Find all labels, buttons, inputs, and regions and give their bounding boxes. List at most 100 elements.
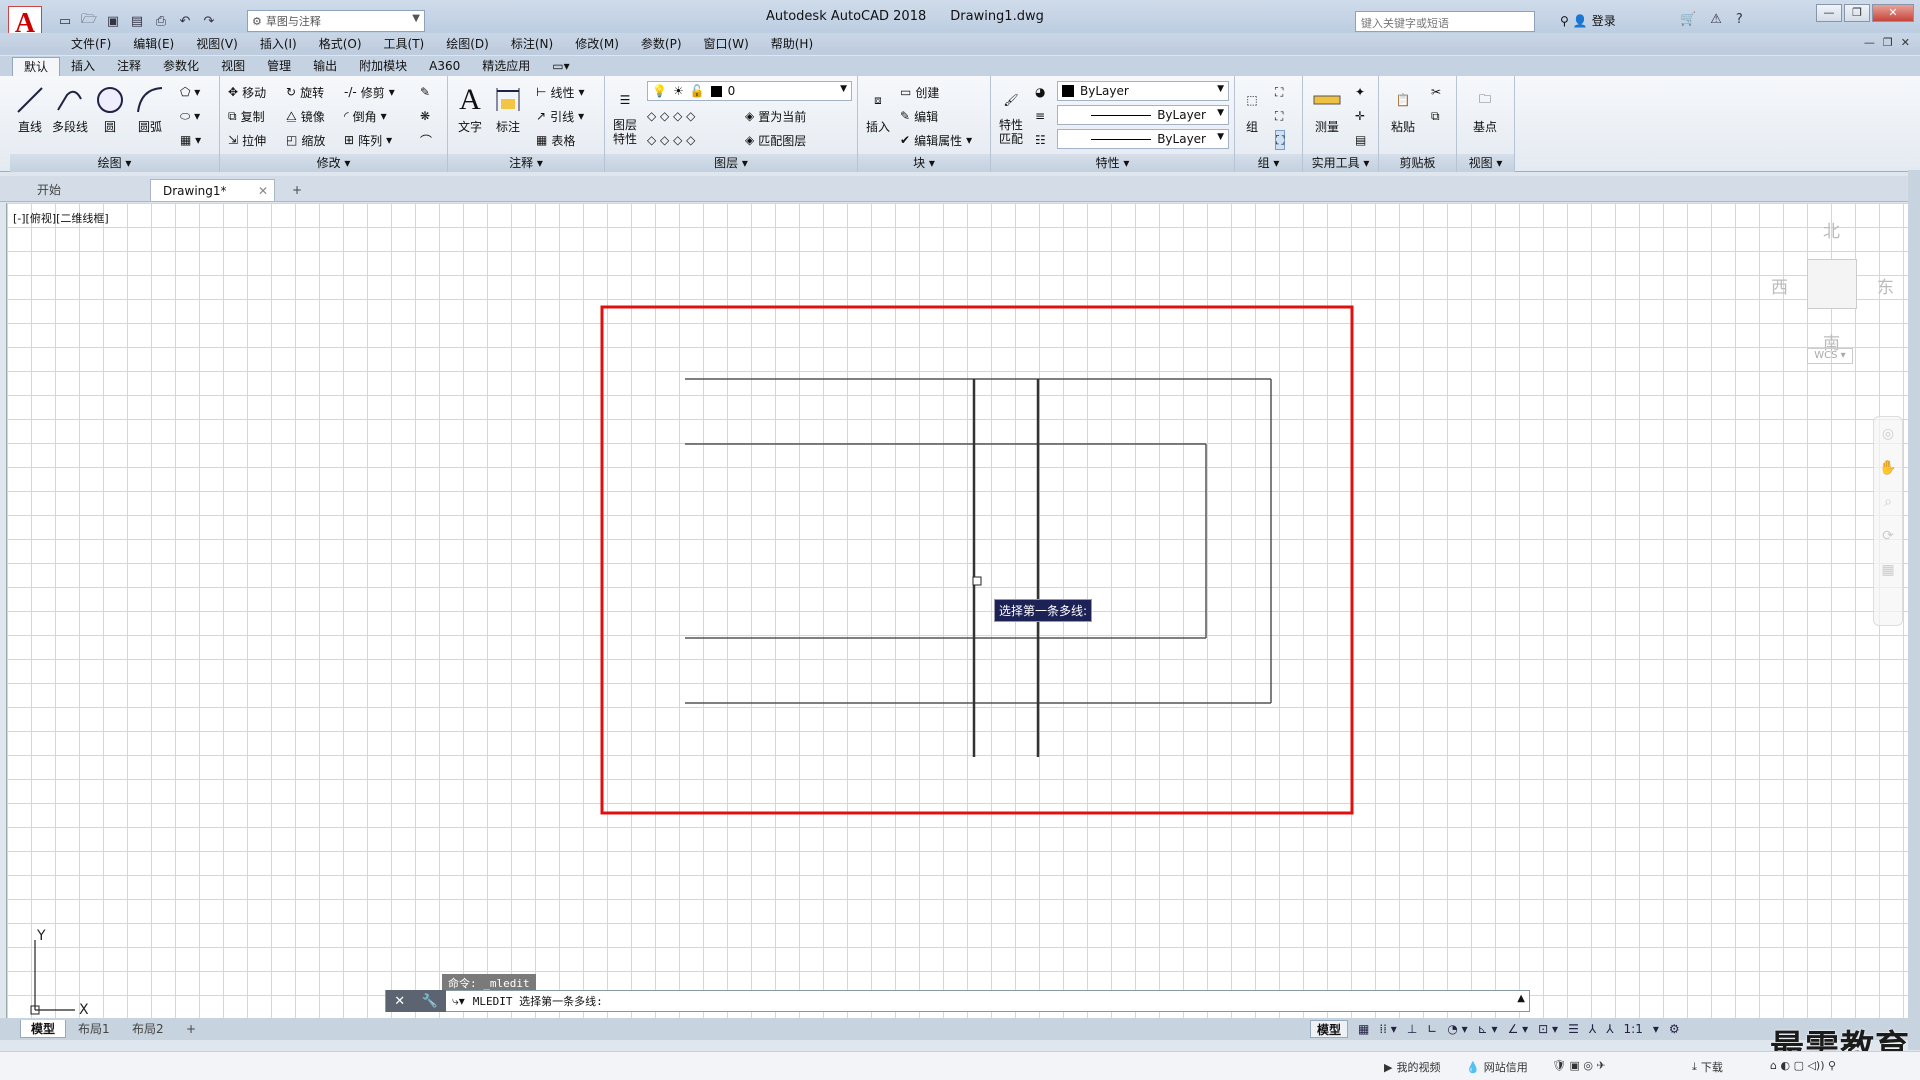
polygon-icon[interactable]: ⬠ ▾ xyxy=(180,82,200,102)
login-button[interactable]: ⚲ 👤 登录 xyxy=(1560,12,1616,29)
stretch-button[interactable]: ⇲ 拉伸 xyxy=(228,130,266,150)
menu-modify[interactable]: 修改(M) xyxy=(564,33,630,55)
panel-draw-title[interactable]: 绘图 ▾ xyxy=(10,154,219,172)
search-input[interactable]: 键入关键字或短语 xyxy=(1355,11,1535,32)
chevron-up-icon[interactable]: ▲ xyxy=(1517,993,1525,1004)
tab-addins[interactable]: 附加模块 xyxy=(348,57,418,76)
polar-icon[interactable]: ◔ ▾ xyxy=(1447,1022,1467,1036)
array-button[interactable]: ⊞ 阵列 ▾ xyxy=(344,130,392,150)
tab-a360[interactable]: A360 xyxy=(418,57,471,76)
download-button[interactable]: ⤓ 下载 xyxy=(1692,1059,1723,1075)
doc-close-icon[interactable]: ✕ xyxy=(1901,36,1910,49)
ribbon-toggle-icon[interactable]: ▭▾ xyxy=(541,57,580,76)
cart-icon[interactable]: 🛒 xyxy=(1680,12,1696,27)
close-icon[interactable]: ✕ xyxy=(258,180,268,202)
save-as-icon[interactable]: ▤ xyxy=(127,11,147,31)
grid-icon[interactable]: ▦ xyxy=(1358,1022,1369,1036)
bottom-right-icons[interactable]: ⌂ ◐ ▢ ◁)) ⚲ xyxy=(1770,1059,1836,1072)
match-layer-button[interactable]: ◈ 匹配图层 xyxy=(745,130,806,150)
tab-layout1[interactable]: 布局1 xyxy=(68,1020,120,1038)
rotate-button[interactable]: ↻ 旋转 xyxy=(286,82,324,102)
model-space-toggle[interactable]: 模型 xyxy=(1310,1020,1349,1038)
quick-select-icon[interactable]: ✦ xyxy=(1355,82,1365,102)
dimension-button[interactable]: 标注 xyxy=(490,82,526,135)
ungroup-icon[interactable]: ⛶ xyxy=(1275,82,1283,102)
drawing-canvas[interactable]: [-][俯视][二维线框] 选择第一条多线: 北 西 东 南 WCS ▾ ◎ ✋… xyxy=(6,203,1908,1018)
new-file-icon[interactable]: ▭ xyxy=(55,11,75,31)
tab-output[interactable]: 输出 xyxy=(302,57,348,76)
copy-clip-icon[interactable]: ⧉ xyxy=(1431,106,1440,126)
edit-attributes-button[interactable]: ✔ 编辑属性 ▾ xyxy=(900,130,972,150)
panel-view-title[interactable]: 视图 ▾ xyxy=(1457,154,1514,172)
menu-edit[interactable]: 编辑(E) xyxy=(122,33,185,55)
scale-button[interactable]: ◰ 缩放 xyxy=(286,130,325,150)
undo-icon[interactable]: ↶ xyxy=(175,11,195,31)
new-layout-button[interactable]: + xyxy=(176,1020,206,1038)
tab-model[interactable]: 模型 xyxy=(20,1020,67,1038)
angle-icon[interactable]: ∠ ▾ xyxy=(1508,1022,1529,1036)
panel-block-title[interactable]: 块 ▾ xyxy=(858,154,990,172)
create-block-button[interactable]: ▭ 创建 xyxy=(900,82,939,102)
chevron-down-icon[interactable]: ▾ xyxy=(1653,1022,1659,1036)
tab-manage[interactable]: 管理 xyxy=(256,57,302,76)
circle-button[interactable]: 圆 xyxy=(92,82,128,135)
group-select-icon[interactable]: ⛶ xyxy=(1275,130,1286,150)
tab-layout2[interactable]: 布局2 xyxy=(122,1020,174,1038)
gear-icon[interactable]: ⚙ xyxy=(1669,1022,1680,1036)
tab-view[interactable]: 视图 xyxy=(210,57,256,76)
command-line[interactable]: ✕ 🔧 ⤷▾ MLEDIT 选择第一条多线: ▲ xyxy=(385,990,1530,1012)
snap-icon[interactable]: ⁞⁞ ▾ xyxy=(1379,1022,1396,1036)
open-folder-icon[interactable]: 🗁 xyxy=(79,11,99,31)
command-input[interactable]: MLEDIT 选择第一条多线: xyxy=(465,993,603,1009)
offset-icon[interactable]: ⌒ xyxy=(420,130,432,150)
explode-icon[interactable]: ❋ xyxy=(420,106,430,126)
scale-value[interactable]: 1:1 xyxy=(1624,1022,1643,1036)
menu-help[interactable]: 帮助(H) xyxy=(760,33,824,55)
measure-button[interactable]: 测量 xyxy=(1309,82,1345,135)
menu-window[interactable]: 窗口(W) xyxy=(693,33,760,55)
erase-icon[interactable]: ✎ xyxy=(420,82,430,102)
linetype-dropdown[interactable]: ByLayer ▼ xyxy=(1057,129,1229,149)
tab-parametric[interactable]: 参数化 xyxy=(152,57,210,76)
menu-insert[interactable]: 插入(I) xyxy=(249,33,308,55)
polyline-button[interactable]: 多段线 xyxy=(52,82,88,135)
panel-utilities-title[interactable]: 实用工具 ▾ xyxy=(1303,154,1378,172)
tab-insert[interactable]: 插入 xyxy=(60,57,106,76)
close-icon[interactable]: ✕ xyxy=(394,994,405,1009)
wcs-menu[interactable]: WCS ▾ xyxy=(1807,348,1853,364)
layer-tools-row1[interactable]: ◇ ◇ ◇ ◇ xyxy=(647,106,695,126)
panel-layers-title[interactable]: 图层 ▾ xyxy=(605,154,857,172)
group-edit-icon[interactable]: ⛶ xyxy=(1275,106,1283,126)
trim-button[interactable]: -/- 修剪 ▾ xyxy=(344,82,395,102)
ellipse-icon[interactable]: ⬭ ▾ xyxy=(180,106,200,126)
insert-block-button[interactable]: ⧈ 插入 xyxy=(860,82,896,135)
doc-restore-icon[interactable]: ❐ xyxy=(1883,36,1893,49)
binoculars-icon[interactable]: ⚲ xyxy=(1560,14,1569,28)
mirror-button[interactable]: ⧋ 镜像 xyxy=(286,106,325,126)
close-button[interactable]: ✕ xyxy=(1872,4,1914,22)
group-button[interactable]: ⬚ 组 xyxy=(1237,82,1267,135)
linear-button[interactable]: ⊢ 线性 ▾ xyxy=(536,82,585,102)
maximize-button[interactable]: ❐ xyxy=(1844,4,1870,22)
point-icon[interactable]: ✛ xyxy=(1355,106,1365,126)
redo-icon[interactable]: ↷ xyxy=(199,11,219,31)
layer-tools-row2[interactable]: ◇ ◇ ◇ ◇ xyxy=(647,130,695,150)
bottom-tool-icons[interactable]: 🛡 ▣ ◎ ✈ xyxy=(1552,1059,1606,1072)
menu-view[interactable]: 视图(V) xyxy=(185,33,249,55)
leader-button[interactable]: ↗ 引线 ▾ xyxy=(536,106,584,126)
menu-file[interactable]: 文件(F) xyxy=(60,33,122,55)
save-icon[interactable]: ▣ xyxy=(103,11,123,31)
viewcube-east[interactable]: 东 xyxy=(1877,273,1894,298)
annotation-scale-icon[interactable]: ⅄ xyxy=(1589,1022,1596,1036)
menu-dimension[interactable]: 标注(N) xyxy=(500,33,564,55)
arc-button[interactable]: 圆弧 xyxy=(132,82,168,135)
calculator-icon[interactable]: ▤ xyxy=(1355,130,1366,150)
osnap-icon[interactable]: ⊡ ▾ xyxy=(1538,1022,1558,1036)
panel-properties-title[interactable]: 特性 ▾ xyxy=(991,154,1234,172)
text-button[interactable]: A 文字 xyxy=(452,82,488,135)
new-tab-button[interactable]: + xyxy=(280,179,314,201)
edit-block-button[interactable]: ✎ 编辑 xyxy=(900,106,938,126)
tab-annotate[interactable]: 注释 xyxy=(106,57,152,76)
menu-format[interactable]: 格式(O) xyxy=(308,33,373,55)
panel-annotation-title[interactable]: 注释 ▾ xyxy=(448,154,604,172)
